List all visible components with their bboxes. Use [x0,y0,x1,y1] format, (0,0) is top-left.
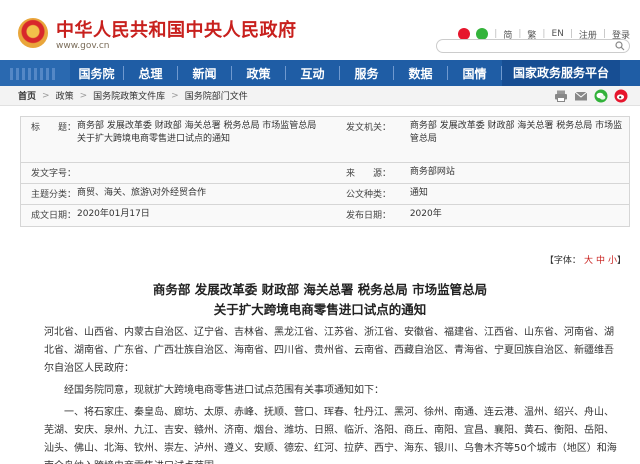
search-box[interactable] [436,39,630,59]
nav-item-national-info[interactable]: 国情 [448,65,501,82]
document-metadata-table: 标 题： 商务部 发展改革委 财政部 海关总署 税务总局 市场监管总局关于扩大跨… [20,116,630,227]
link-english[interactable]: EN [551,29,563,39]
site-url: www.gov.cn [56,41,110,51]
nav-item-state-council[interactable]: 国务院 [70,65,123,82]
recipients-paragraph: 河北省、山西省、内蒙古自治区、辽宁省、吉林省、黑龙江省、江苏省、浙江省、安徽省、… [44,327,614,374]
chevron-right-icon: > [42,90,50,101]
site-title[interactable]: 中华人民共和国中央人民政府 [56,16,297,42]
breadcrumb-policy[interactable]: 政策 [56,89,74,102]
meta-row: 发文字号： 来 源： 商务部网站 [21,163,629,184]
breadcrumb: 首页 > 政策 > 国务院政策文件库 > 国务院部门文件 [0,86,640,106]
chevron-right-icon: > [79,90,88,101]
main-nav: 国务院 总理 新闻 政策 互动 服务 数据 国情 国家政务服务平台 [0,60,640,86]
doc-type-label: 公文种类： [346,190,392,200]
doc-number-value [71,163,330,183]
search-icon[interactable] [615,41,625,51]
share-icons [554,89,628,103]
wechat-share-icon[interactable] [594,89,608,103]
published-date-label: 发布日期： [346,211,392,221]
meta-row: 成文日期： 2020年01月17日 发布日期： 2020年 [21,205,629,226]
category-label: 主题分类： [31,190,77,200]
document-body: 河北省、山西省、内蒙古自治区、辽宁省、吉林省、黑龙江省、江苏省、浙江省、安徽省、… [44,324,618,464]
font-size-switch: 【字体：大中小】 [545,253,626,266]
document-title-line1: 商务部 发展改革委 财政部 海关总署 税务总局 市场监管总局 [152,282,488,297]
title-value: 商务部 发展改革委 财政部 海关总署 税务总局 市场监管总局关于扩大跨境电商零售… [77,121,317,144]
breadcrumb-policy-library[interactable]: 国务院政策文件库 [93,89,165,102]
print-icon[interactable] [554,89,568,103]
nav-item-news[interactable]: 新闻 [178,65,231,82]
breadcrumb-home[interactable]: 首页 [18,89,36,102]
site-header: 中华人民共和国中央人民政府 www.gov.cn | 简 | 繁 | EN | … [0,0,640,60]
written-date-label: 成文日期： [31,211,77,221]
font-size-small[interactable]: 小 [608,256,617,266]
page: 中华人民共和国中央人民政府 www.gov.cn | 简 | 繁 | EN | … [0,0,640,464]
nav-item-service[interactable]: 服务 [340,65,393,82]
issuer-label: 发文机关： [346,123,392,133]
title-label: 标 题： [31,123,77,133]
nav-item-policy[interactable]: 政策 [232,65,285,82]
nav-item-premier[interactable]: 总理 [124,65,177,82]
issuer-value: 商务部 发展改革委 财政部 海关总署 税务总局 市场监管总局 [409,121,623,144]
published-date-value: 2020年 [409,209,442,219]
doc-type-value: 通知 [409,188,428,198]
font-size-close: 】 [616,256,626,266]
written-date-value: 2020年01月17日 [77,209,150,219]
document-title-line2: 关于扩大跨境电商零售进口试点的通知 [213,302,427,317]
breadcrumb-department-docs[interactable]: 国务院部门文件 [185,89,248,102]
doc-number-label: 发文字号： [31,169,77,179]
nav-decoration [0,60,70,86]
nav-item-data[interactable]: 数据 [394,65,447,82]
body-paragraph: 一、将石家庄、秦皇岛、廊坊、太原、赤峰、抚顺、营口、珲春、牡丹江、黑河、徐州、南… [44,407,617,464]
search-input[interactable] [443,46,613,59]
chevron-right-icon: > [171,90,179,101]
nav-item-interaction[interactable]: 互动 [286,65,339,82]
font-size-label: 【字体： [544,256,581,266]
meta-row: 标 题： 商务部 发展改革委 财政部 海关总署 税务总局 市场监管总局关于扩大跨… [21,117,629,163]
body-paragraph: 经国务院同意，现就扩大跨境电商零售进口试点范围有关事项通知如下： [64,385,384,396]
mail-icon[interactable] [574,89,588,103]
category-value: 商贸、海关、旅游\对外经贸合作 [77,188,207,198]
nav-item-gov-service-platform[interactable]: 国家政务服务平台 [502,60,620,86]
source-value: 商务部网站 [409,167,455,177]
document-title: 商务部 发展改革委 财政部 海关总署 税务总局 市场监管总局 关于扩大跨境电商零… [0,280,640,320]
national-emblem-icon[interactable] [18,18,48,48]
meta-row: 主题分类： 商贸、海关、旅游\对外经贸合作 公文种类： 通知 [21,184,629,205]
source-label: 来 源： [346,169,392,179]
font-size-medium[interactable]: 中 [596,256,605,266]
font-size-large[interactable]: 大 [584,256,593,266]
weibo-share-icon[interactable] [614,89,628,103]
